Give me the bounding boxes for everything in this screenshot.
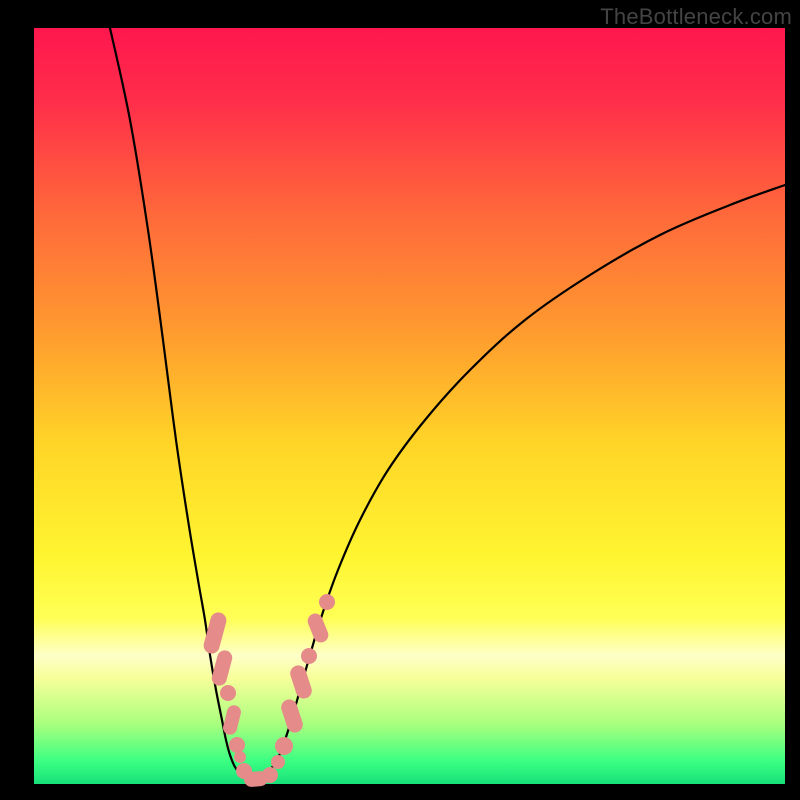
marker-dot <box>229 737 245 753</box>
marker-dot <box>301 648 317 664</box>
marker-dot <box>220 685 236 701</box>
marker-dot <box>262 767 278 783</box>
bottleneck-chart <box>0 0 800 800</box>
plot-background <box>34 28 785 784</box>
marker-dot <box>319 594 335 610</box>
marker-dot <box>275 737 293 755</box>
marker-dot <box>271 755 285 769</box>
marker-dot <box>234 751 246 763</box>
chart-frame: { "watermark": "TheBottleneck.com", "cha… <box>0 0 800 800</box>
watermark-text: TheBottleneck.com <box>600 4 792 30</box>
